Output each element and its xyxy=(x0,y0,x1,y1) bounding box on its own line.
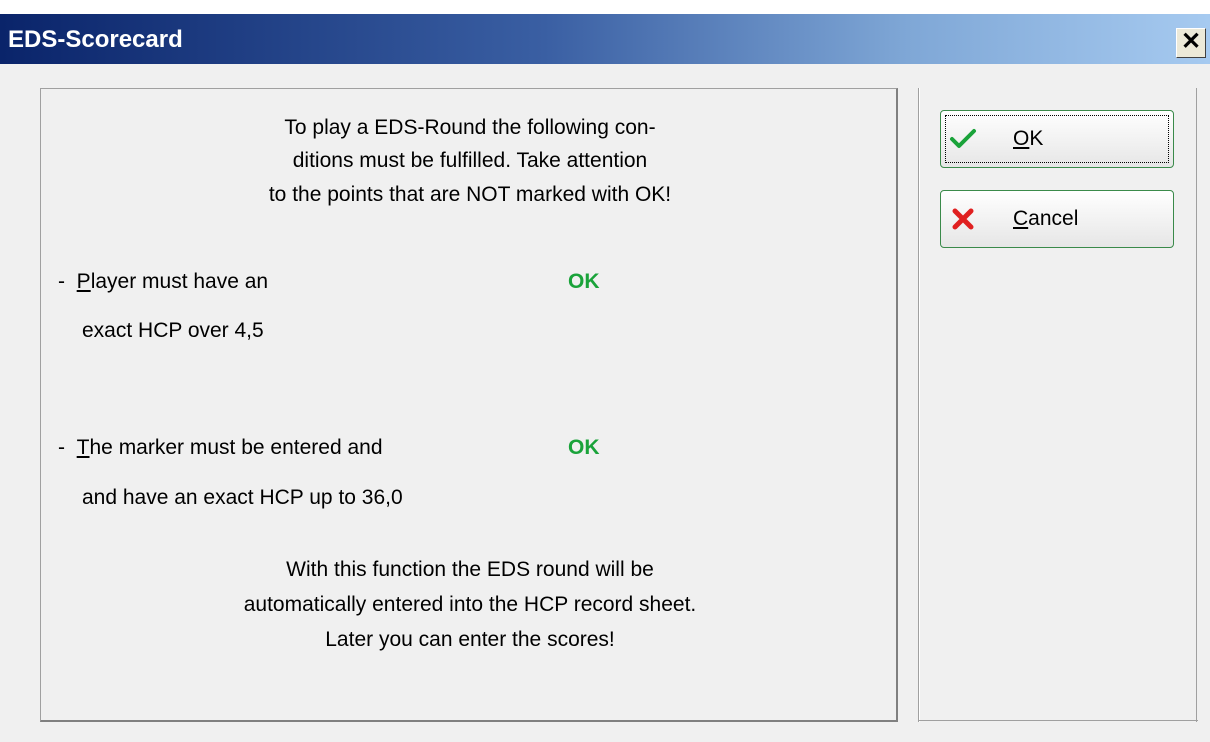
window-titlebar: EDS-Scorecard ✕ xyxy=(0,0,1210,64)
right-frame xyxy=(1196,88,1198,722)
condition-1-status: OK xyxy=(568,270,600,293)
footer-line-1: With this function the EDS round will be xyxy=(286,558,654,581)
condition-2-dash: - xyxy=(58,436,65,459)
intro-line-3: to the points that are NOT marked with O… xyxy=(268,183,672,206)
checkmark-icon xyxy=(950,129,976,148)
condition-1-accel: P xyxy=(76,270,91,293)
window-title: EDS-Scorecard xyxy=(8,26,183,53)
cancel-accel: C xyxy=(1013,207,1029,230)
intro-line-1: To play a EDS-Round the following con- xyxy=(284,116,656,139)
condition-2-accel: T xyxy=(76,436,90,459)
ok-rest: K xyxy=(1029,127,1044,150)
condition-2-text: he marker must be entered and xyxy=(89,436,383,459)
condition-2-status: OK xyxy=(568,436,600,459)
condition-1-text: layer must have an xyxy=(90,270,269,293)
ok-accel: O xyxy=(1013,127,1030,150)
condition-2-line-1: - The marker must be entered and xyxy=(58,436,383,460)
condition-1-line-2: exact HCP over 4,5 xyxy=(82,319,264,342)
condition-1-dash: - xyxy=(58,270,65,293)
close-icon: ✕ xyxy=(1180,28,1202,55)
ok-button-label: OK xyxy=(1013,127,1043,151)
cancel-button[interactable]: Cancel xyxy=(940,190,1174,248)
x-cross-icon xyxy=(952,208,974,230)
focus-ring xyxy=(945,115,1169,163)
bottom-frame xyxy=(918,720,1198,722)
footer-line-2: automatically entered into the HCP recor… xyxy=(243,593,697,616)
intro-line-2: ditions must be fulfilled. Take attentio… xyxy=(292,149,648,172)
cancel-button-label: Cancel xyxy=(1013,207,1078,231)
condition-2-line-2: and have an exact HCP up to 36,0 xyxy=(82,486,403,509)
ok-button[interactable]: OK xyxy=(940,110,1174,168)
footer-line-3: Later you can enter the scores! xyxy=(325,628,615,651)
cancel-rest: ancel xyxy=(1028,207,1079,230)
vertical-separator xyxy=(918,88,920,722)
condition-1-line-1: - Player must have an xyxy=(58,270,268,294)
close-button[interactable]: ✕ xyxy=(1176,28,1206,58)
